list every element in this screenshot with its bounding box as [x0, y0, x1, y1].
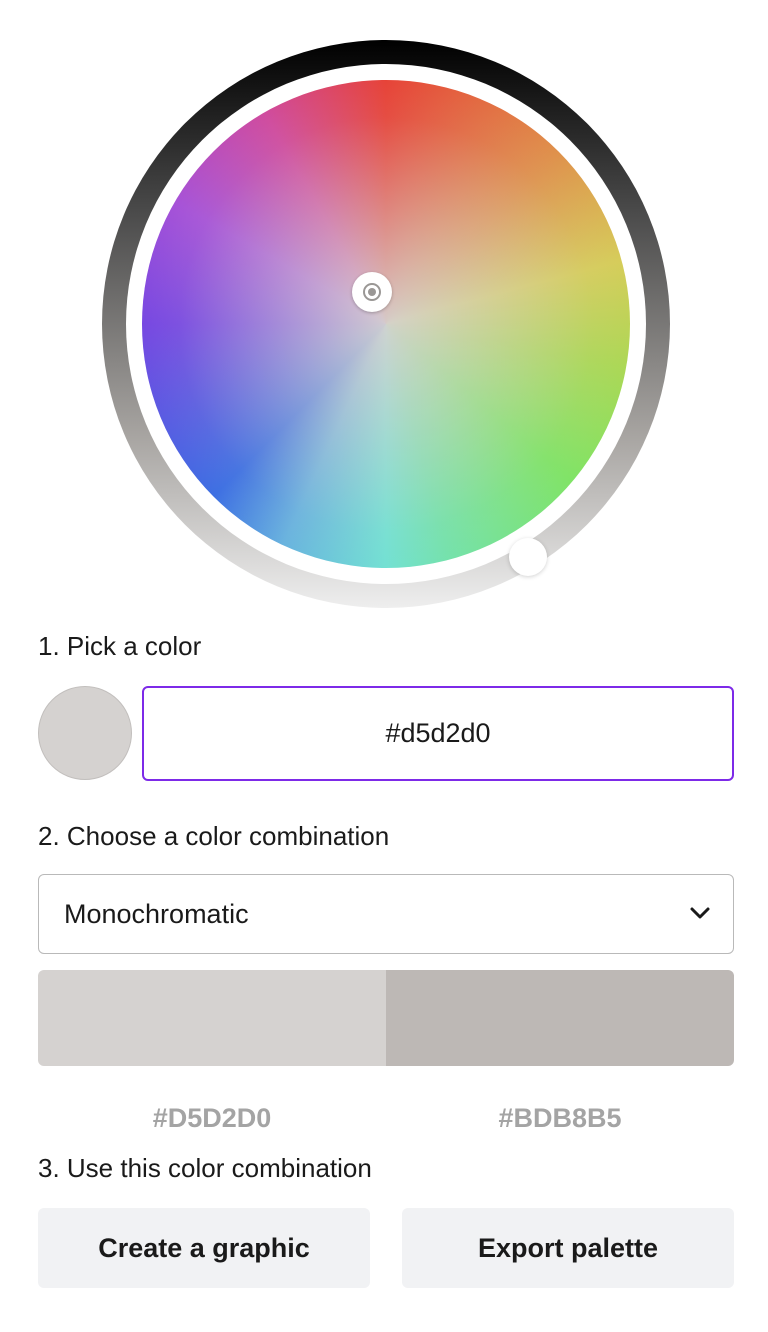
palette-swatch[interactable] — [38, 970, 386, 1066]
color-wheel[interactable] — [102, 40, 670, 608]
brightness-slider-handle[interactable] — [509, 538, 547, 576]
palette-strip — [38, 970, 734, 1066]
color-picker-handle[interactable] — [352, 272, 392, 312]
combination-selected-value: Monochromatic — [64, 899, 249, 929]
step-use-combination-heading: 3. Use this color combination — [38, 1153, 372, 1183]
palette-code: #D5D2D0 — [152, 1103, 272, 1133]
hex-color-input[interactable] — [142, 686, 734, 781]
combination-select[interactable]: Monochromatic — [38, 874, 734, 954]
palette-swatch[interactable] — [386, 970, 734, 1066]
palette-code: #BDB8B5 — [498, 1103, 622, 1133]
export-palette-button[interactable]: Export palette — [402, 1208, 734, 1288]
selected-color-swatch — [38, 686, 132, 780]
chevron-down-icon — [690, 907, 710, 919]
step-combination-heading: 2. Choose a color combination — [38, 821, 390, 851]
palette-codes: #D5D2D0 #BDB8B5 — [38, 1100, 734, 1136]
step-pick-color-heading: 1. Pick a color — [38, 631, 202, 661]
create-graphic-button[interactable]: Create a graphic — [38, 1208, 370, 1288]
hue-saturation-disc[interactable] — [142, 80, 630, 568]
